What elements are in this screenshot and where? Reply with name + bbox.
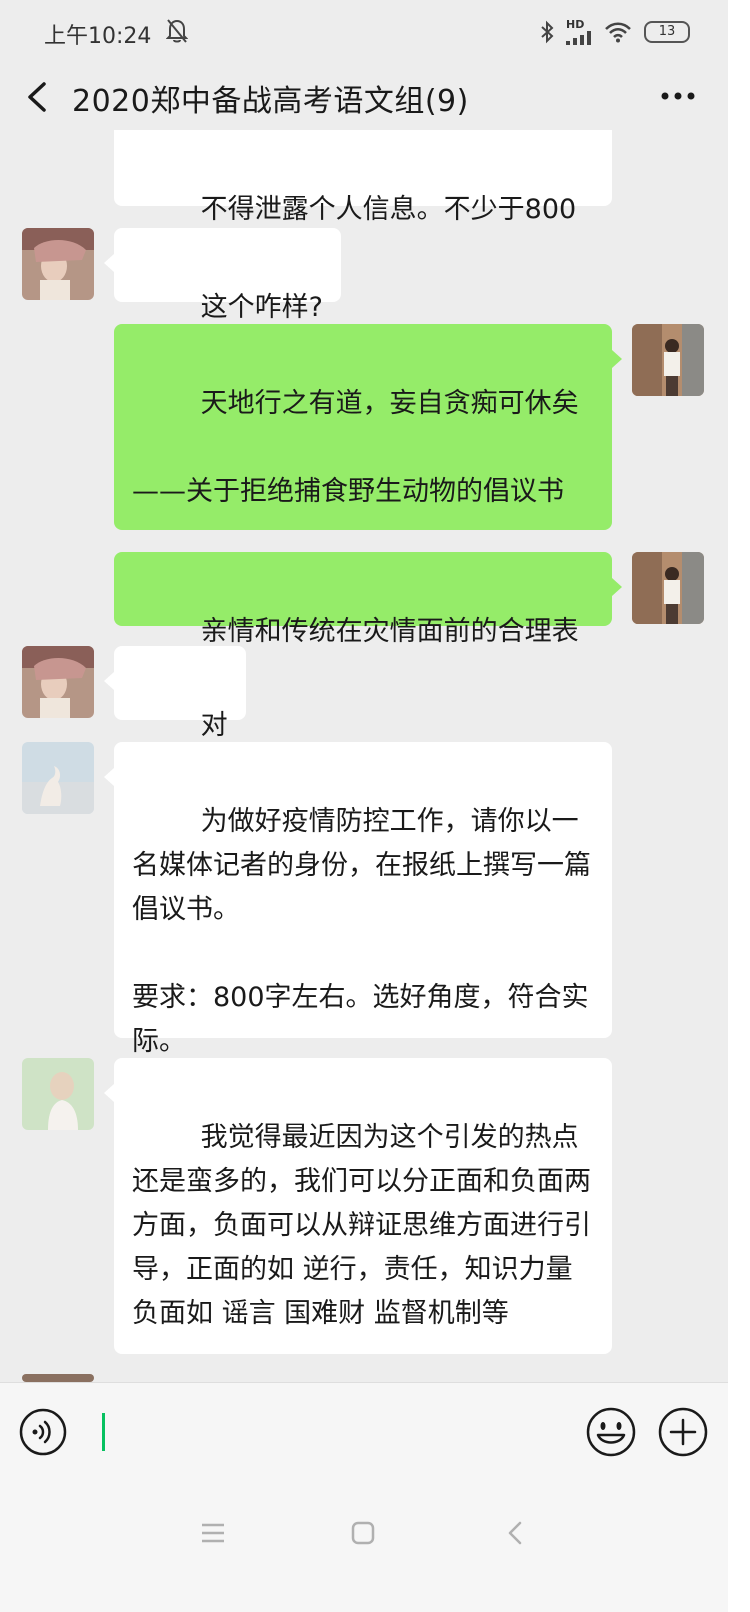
message-text: 对 [200, 710, 228, 741]
message-text: 为做好疫情防控工作，请你以一名媒体记者的身份，在报纸上撰写一篇倡议书。 要求：8… [132, 806, 591, 1057]
system-back-icon[interactable] [504, 1520, 526, 1546]
message-bubble[interactable]: 亲情和传统在灾情面前的合理表达? [114, 552, 622, 691]
avatar-photo-icon [22, 646, 94, 718]
battery-indicator: 13 [644, 20, 690, 43]
avatar-photo-icon [22, 1058, 94, 1130]
chat-screen: 上午10:24 HD 13 2020郑中备战高考语文组(9) 不得泄露个人信息。… [0, 0, 728, 1612]
system-nav-bar [0, 1478, 728, 1612]
avatar-photo-icon [632, 552, 704, 624]
my-avatar[interactable] [632, 552, 704, 624]
avatar-photo-icon [22, 742, 94, 814]
message-item: 对 [0, 646, 728, 741]
message-input[interactable] [88, 1397, 566, 1465]
message-bubble[interactable]: 对 [104, 646, 246, 741]
message-item: 为做好疫情防控工作，请你以一名媒体记者的身份，在报纸上撰写一篇倡议书。 要求：8… [0, 742, 728, 1057]
wifi-icon [605, 22, 631, 42]
message-bubble[interactable]: 天地行之有道，妄自贪痴可休矣 ——关于拒绝捕食野生动物的倡议书 [114, 324, 622, 530]
more-options-icon[interactable] [658, 82, 698, 110]
message-text: 这个咋样? [200, 292, 324, 323]
back-arrow-icon[interactable] [22, 80, 52, 114]
recent-apps-icon[interactable] [200, 1522, 226, 1544]
plus-icon[interactable] [656, 1405, 710, 1459]
bluetooth-icon [541, 20, 554, 43]
chat-title: 2020郑中备战高考语文组(9) [72, 84, 469, 119]
message-item: 这个咋样? [0, 228, 728, 323]
message-list[interactable]: 不得泄露个人信息。不少于800字。 这个咋样? 天地行之有道，妄自贪痴可休 [0, 130, 728, 1382]
message-bubble[interactable]: 不得泄露个人信息。不少于800字。 [114, 130, 612, 269]
avatar-photo-icon [22, 228, 94, 300]
home-icon[interactable] [350, 1520, 376, 1546]
avatar[interactable] [22, 1374, 94, 1382]
avatar[interactable] [22, 228, 94, 300]
network-type-label: HD [566, 18, 585, 31]
avatar[interactable] [22, 742, 94, 814]
emoji-icon[interactable] [584, 1405, 638, 1459]
status-time: 上午10:24 [44, 24, 152, 49]
message-text: 我觉得最近因为这个引发的热点还是蛮多的，我们可以分正面和负面两方面，负面可以从辩… [132, 1122, 591, 1329]
message-bubble[interactable]: 我觉得最近因为这个引发的热点还是蛮多的，我们可以分正面和负面两方面，负面可以从辩… [104, 1058, 612, 1354]
text-cursor [102, 1413, 105, 1451]
chat-header: 2020郑中备战高考语文组(9) [0, 62, 728, 130]
message-text: 天地行之有道，妄自贪痴可休矣 ——关于拒绝捕食野生动物的倡议书 [132, 388, 579, 507]
status-bar: 上午10:24 HD 13 [0, 0, 728, 62]
signal-icon [566, 31, 591, 45]
message-item: 天地行之有道，妄自贪痴可休矣 ——关于拒绝捕食野生动物的倡议书 [0, 324, 728, 532]
message-item: 不得泄露个人信息。不少于800字。 [0, 130, 728, 269]
message-item: 我觉得最近因为这个引发的热点还是蛮多的，我们可以分正面和负面两方面，负面可以从辩… [0, 1058, 728, 1358]
input-bar [0, 1382, 728, 1478]
battery-level: 13 [658, 24, 676, 39]
avatar-photo-icon [632, 324, 704, 396]
message-item: 亲情和传统在灾情面前的合理表达? [0, 552, 728, 691]
avatar[interactable] [22, 1058, 94, 1130]
my-avatar[interactable] [632, 324, 704, 396]
voice-icon[interactable] [18, 1407, 68, 1457]
mute-bell-icon [166, 19, 188, 43]
message-bubble[interactable]: 为做好疫情防控工作，请你以一名媒体记者的身份，在报纸上撰写一篇倡议书。 要求：8… [104, 742, 612, 1057]
status-icons: HD 13 [540, 18, 690, 45]
message-bubble[interactable]: 这个咋样? [103, 228, 342, 323]
avatar[interactable] [22, 646, 94, 718]
